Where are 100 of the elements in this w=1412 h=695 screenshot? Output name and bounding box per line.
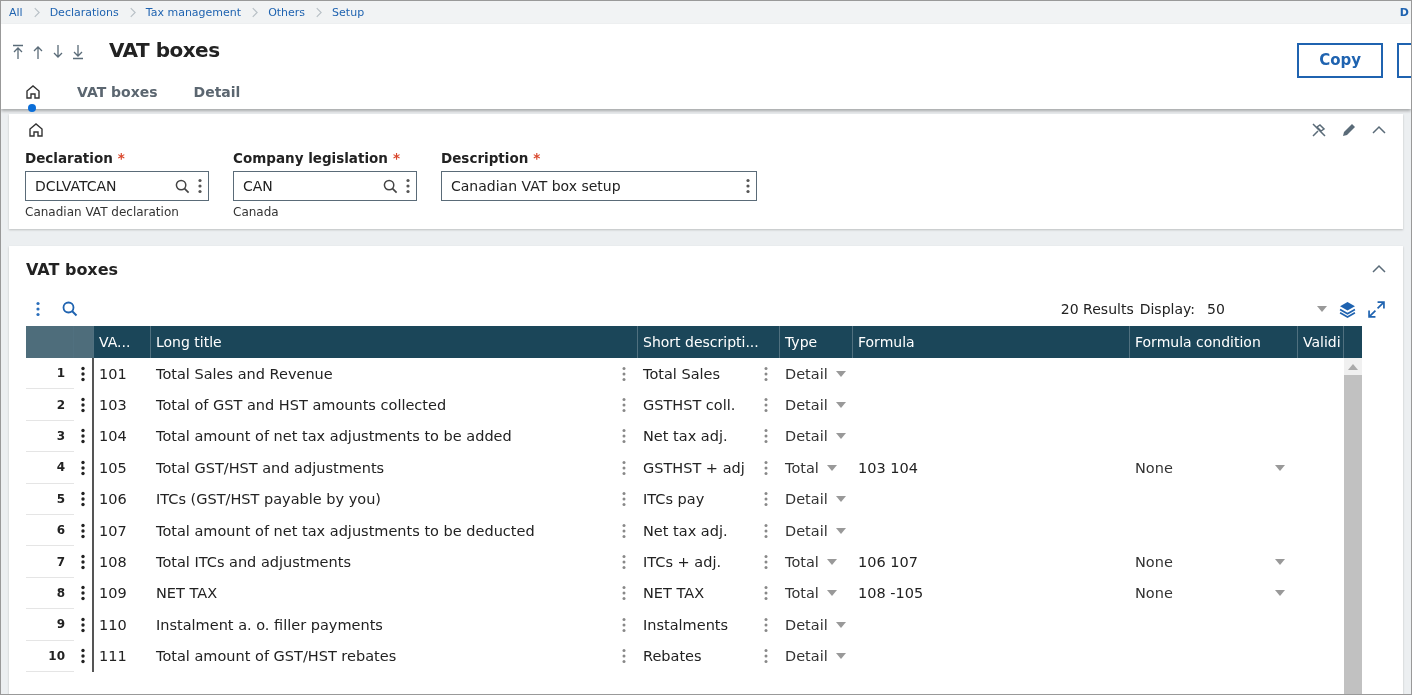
unpin-icon[interactable] — [1311, 122, 1327, 138]
breadcrumb-link[interactable]: Setup — [332, 6, 365, 19]
pencil-icon[interactable] — [1341, 122, 1357, 138]
more-icon[interactable] — [764, 616, 768, 633]
column-header[interactable]: Short descripti... — [638, 326, 780, 358]
more-icon[interactable] — [764, 397, 768, 414]
caret-icon — [1275, 464, 1285, 471]
table-cell: GSTHST coll. — [643, 397, 736, 414]
column-header[interactable]: VA... — [94, 326, 151, 358]
row-number: 6 — [26, 514, 74, 547]
row-number: 2 — [26, 389, 74, 421]
row-menu-icon[interactable] — [81, 616, 85, 633]
field-hint: Canadian VAT declaration — [25, 205, 180, 219]
more-icon[interactable] — [764, 491, 768, 508]
condition-select[interactable]: None — [1135, 459, 1285, 476]
more-icon[interactable] — [622, 554, 626, 571]
table-cell: ITCs (GST/HST payable by you) — [156, 491, 381, 508]
more-icon[interactable] — [406, 178, 410, 194]
type-select[interactable]: Total — [785, 585, 837, 602]
search-icon[interactable] — [383, 178, 398, 194]
caret-icon — [1275, 559, 1285, 566]
more-icon[interactable] — [622, 459, 626, 476]
scrollbar[interactable] — [1344, 358, 1362, 694]
more-icon[interactable] — [764, 365, 768, 382]
more-icon[interactable] — [622, 491, 626, 508]
more-icon[interactable] — [622, 616, 626, 633]
corner-text: D — [1399, 6, 1410, 19]
tab[interactable]: VAT boxes — [59, 76, 176, 109]
required-mark: * — [117, 150, 125, 166]
more-icon[interactable] — [622, 397, 626, 414]
row-menu-icon[interactable] — [81, 397, 85, 414]
row-menu-icon[interactable] — [81, 585, 85, 602]
table-cell: Total Sales — [643, 365, 721, 382]
type-select[interactable]: Detail — [785, 365, 846, 382]
row-menu-icon[interactable] — [81, 522, 85, 539]
column-header[interactable]: Long title — [151, 326, 638, 358]
table-cell: 105 — [99, 459, 127, 476]
column-header[interactable]: Validi — [1298, 326, 1344, 358]
tab[interactable]: Detail — [175, 76, 259, 109]
column-header[interactable]: Formula condition — [1130, 326, 1298, 358]
copy-button[interactable]: Copy — [1297, 42, 1383, 78]
column-header[interactable]: Type — [780, 326, 853, 358]
row-menu-icon[interactable] — [81, 491, 85, 508]
table-cell: Net tax adj. — [643, 428, 728, 445]
table-cell: 108 — [99, 554, 127, 571]
row-menu-icon[interactable] — [81, 459, 85, 476]
breadcrumb-link[interactable]: Declarations — [49, 6, 119, 19]
search-icon[interactable] — [175, 178, 190, 194]
table-cell: 108 -105 — [858, 585, 924, 602]
previous-record-icon[interactable] — [31, 44, 45, 60]
table-cell: Total amount of net tax adjustments to be deducted — [156, 522, 535, 539]
breadcrumb-link[interactable]: All — [9, 6, 23, 19]
more-icon[interactable] — [198, 178, 202, 194]
table-cell: 103 104 — [858, 459, 918, 476]
breadcrumb-link[interactable]: Others — [268, 6, 306, 19]
last-record-icon[interactable] — [71, 44, 85, 60]
next-record-icon[interactable] — [51, 44, 65, 60]
row-menu-icon[interactable] — [81, 554, 85, 571]
type-select[interactable]: Total — [785, 554, 837, 571]
more-icon[interactable] — [764, 554, 768, 571]
search-icon[interactable] — [62, 301, 78, 317]
more-icon[interactable] — [622, 585, 626, 602]
more-icon[interactable] — [746, 178, 750, 194]
column-header[interactable]: Formula — [853, 326, 1130, 358]
input-field[interactable]: Canadian VAT box setup — [441, 171, 757, 201]
input-field[interactable]: CAN — [233, 171, 417, 201]
row-menu-icon[interactable] — [81, 428, 85, 445]
chevron-icon — [315, 7, 323, 18]
type-select[interactable]: Detail — [785, 522, 846, 539]
layers-icon[interactable] — [1339, 300, 1356, 318]
more-icon[interactable] — [764, 428, 768, 445]
row-menu-icon[interactable] — [81, 365, 85, 382]
more-icon[interactable] — [622, 522, 626, 539]
more-icon[interactable] — [764, 522, 768, 539]
row-number: 3 — [26, 420, 74, 453]
more-icon[interactable] — [764, 585, 768, 602]
input-field[interactable]: DCLVATCAN — [25, 171, 209, 201]
expand-icon[interactable] — [1368, 300, 1385, 318]
more-icon[interactable] — [764, 459, 768, 476]
condition-select[interactable]: None — [1135, 585, 1285, 602]
more-icon[interactable] — [36, 301, 40, 317]
type-select[interactable]: Detail — [785, 397, 846, 414]
more-icon[interactable] — [764, 648, 768, 665]
row-menu-icon[interactable] — [81, 648, 85, 665]
caret-icon — [835, 621, 846, 628]
type-select[interactable]: Detail — [785, 648, 846, 665]
more-icon[interactable] — [622, 428, 626, 445]
first-record-icon[interactable] — [11, 44, 25, 60]
table-cell: NET TAX — [643, 585, 705, 602]
type-select[interactable]: Detail — [785, 491, 846, 508]
more-icon[interactable] — [622, 648, 626, 665]
breadcrumb-link[interactable]: Tax management — [145, 6, 242, 19]
more-icon[interactable] — [622, 365, 626, 382]
type-select[interactable]: Detail — [785, 616, 846, 633]
table-cell: Instalments — [643, 616, 729, 633]
display-select[interactable]: 50 — [1207, 301, 1327, 317]
condition-select[interactable]: None — [1135, 554, 1285, 571]
type-select[interactable]: Detail — [785, 428, 846, 445]
type-select[interactable]: Total — [785, 459, 837, 476]
table-cell: Rebates — [643, 648, 702, 665]
